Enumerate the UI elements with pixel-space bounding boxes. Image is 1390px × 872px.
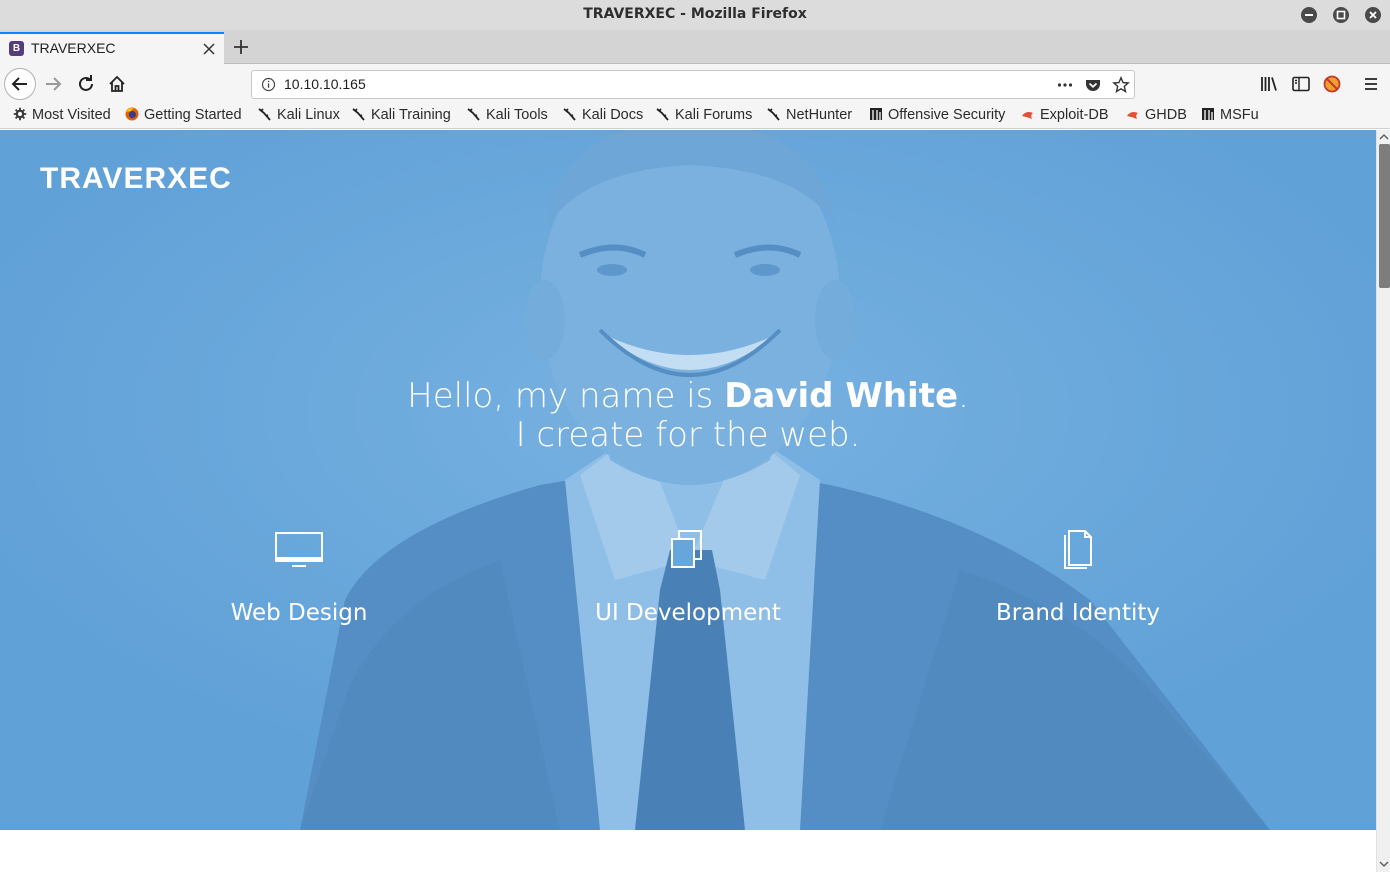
headline-prefix: Hello, my name is bbox=[407, 376, 725, 416]
bookmark-label: Kali Forums bbox=[675, 107, 753, 123]
kali-icon bbox=[258, 108, 271, 121]
bookmark-star-icon[interactable] bbox=[1112, 76, 1130, 94]
service-label: UI Development bbox=[595, 600, 781, 626]
site-brand-logo[interactable]: TRAVERXEC bbox=[40, 162, 232, 196]
back-arrow-icon bbox=[11, 77, 27, 91]
bookmark-label: GHDB bbox=[1145, 107, 1187, 123]
back-button[interactable] bbox=[4, 68, 36, 100]
bookmark-ghdb[interactable]: GHDB bbox=[1126, 107, 1187, 123]
tab-label: TRAVERXEC bbox=[31, 40, 116, 56]
scroll-down-arrow-icon[interactable] bbox=[1379, 859, 1389, 869]
bookmark-msfu[interactable]: MSFu bbox=[1201, 107, 1259, 123]
tab-traverxec[interactable]: B TRAVERXEC bbox=[0, 32, 224, 64]
service-web-design: Web Design bbox=[149, 530, 449, 626]
headline-name: David White bbox=[724, 376, 959, 416]
bookmark-label: Offensive Security bbox=[888, 107, 1006, 123]
bookmark-kali-forums[interactable]: Kali Forums bbox=[656, 107, 752, 123]
site-info-icon[interactable] bbox=[261, 77, 276, 92]
exploitdb-icon bbox=[1127, 112, 1138, 119]
maximize-button[interactable] bbox=[1333, 7, 1349, 23]
service-brand-identity: Brand Identity bbox=[928, 530, 1228, 626]
bookmark-kali-docs[interactable]: Kali Docs bbox=[563, 107, 643, 123]
navigation-toolbar: 10.10.10.165 bbox=[0, 64, 1390, 104]
layers-icon bbox=[671, 530, 702, 568]
page-actions-icon[interactable] bbox=[1056, 76, 1074, 94]
hero-portrait-image bbox=[0, 130, 1376, 830]
document-icon bbox=[1064, 530, 1092, 569]
kali-icon bbox=[352, 108, 365, 121]
minimize-icon bbox=[1305, 14, 1313, 16]
scroll-up-arrow-icon[interactable] bbox=[1379, 132, 1389, 142]
bookmark-label: Kali Linux bbox=[277, 107, 340, 123]
service-label: Web Design bbox=[230, 600, 368, 626]
bookmark-nethunter[interactable]: NetHunter bbox=[767, 107, 852, 123]
vertical-scrollbar[interactable] bbox=[1376, 130, 1390, 872]
bookmark-label: Exploit-DB bbox=[1040, 107, 1109, 123]
hamburger-menu-icon[interactable] bbox=[1356, 69, 1386, 99]
forward-arrow-icon[interactable] bbox=[39, 69, 69, 99]
bookmark-label: MSFu bbox=[1220, 107, 1259, 123]
bookmark-label: NetHunter bbox=[786, 107, 853, 123]
service-label: Brand Identity bbox=[996, 600, 1160, 626]
bookmark-label: Kali Tools bbox=[486, 107, 548, 123]
bookmark-offensive-security[interactable]: Offensive Security bbox=[869, 107, 1005, 123]
library-icon[interactable] bbox=[1254, 69, 1284, 99]
browser-window: TRAVERXEC - Mozilla Firefox B TRAVERXEC … bbox=[0, 0, 1390, 872]
tab-close-icon[interactable] bbox=[202, 42, 216, 56]
bootstrap-favicon-icon: B bbox=[9, 41, 24, 56]
maximize-icon bbox=[1336, 10, 1346, 20]
gear-icon bbox=[13, 107, 27, 121]
close-icon bbox=[1369, 11, 1377, 19]
bookmark-kali-tools[interactable]: Kali Tools bbox=[467, 107, 548, 123]
hero-subheadline: I create for the web. bbox=[515, 415, 861, 455]
bookmark-label: Getting Started bbox=[144, 107, 242, 123]
window-title: TRAVERXEC - Mozilla Firefox bbox=[583, 6, 807, 22]
pocket-icon[interactable] bbox=[1084, 76, 1102, 94]
kali-icon bbox=[563, 108, 576, 121]
page-viewport: TRAVERXEC Hello, my name is David White.… bbox=[0, 130, 1376, 872]
monitor-icon bbox=[275, 532, 323, 567]
sidebar-icon[interactable] bbox=[1286, 69, 1316, 99]
bookmarks-toolbar: Most Visited Getting Started Kali Linux … bbox=[0, 104, 1390, 129]
scrollbar-thumb[interactable] bbox=[1379, 144, 1390, 288]
home-icon[interactable] bbox=[102, 69, 132, 99]
bookmark-kali-linux[interactable]: Kali Linux bbox=[258, 107, 340, 123]
bookmark-most-visited[interactable]: Most Visited bbox=[13, 107, 111, 123]
headline-suffix: . bbox=[958, 376, 969, 416]
bookmark-kali-training[interactable]: Kali Training bbox=[352, 107, 451, 123]
exploitdb-icon bbox=[1022, 112, 1033, 119]
title-bar: TRAVERXEC - Mozilla Firefox bbox=[0, 0, 1390, 30]
service-ui-development: UI Development bbox=[538, 530, 838, 626]
reload-icon[interactable] bbox=[71, 69, 101, 99]
kali-icon bbox=[467, 108, 480, 121]
url-text[interactable]: 10.10.10.165 bbox=[284, 76, 366, 92]
new-tab-plus-icon[interactable] bbox=[231, 37, 251, 57]
firefox-icon bbox=[125, 107, 139, 121]
offsec-icon bbox=[1202, 108, 1214, 120]
close-window-button[interactable] bbox=[1365, 7, 1381, 23]
hero-headline: Hello, my name is David White. bbox=[0, 376, 1376, 416]
bookmark-label: Kali Docs bbox=[582, 107, 644, 123]
bookmark-exploit-db[interactable]: Exploit-DB bbox=[1021, 107, 1109, 123]
kali-icon bbox=[767, 108, 780, 121]
tab-strip: B TRAVERXEC bbox=[0, 30, 1390, 64]
hero-section: TRAVERXEC Hello, my name is David White.… bbox=[0, 130, 1376, 830]
extension-blocker-icon[interactable] bbox=[1317, 69, 1347, 99]
offsec-icon bbox=[870, 108, 882, 120]
kali-icon bbox=[656, 108, 669, 121]
bookmark-getting-started[interactable]: Getting Started bbox=[125, 107, 242, 123]
url-bar[interactable]: 10.10.10.165 bbox=[251, 70, 1135, 99]
bookmark-label: Kali Training bbox=[371, 107, 451, 123]
minimize-button[interactable] bbox=[1301, 7, 1317, 23]
bookmark-label: Most Visited bbox=[32, 107, 111, 123]
